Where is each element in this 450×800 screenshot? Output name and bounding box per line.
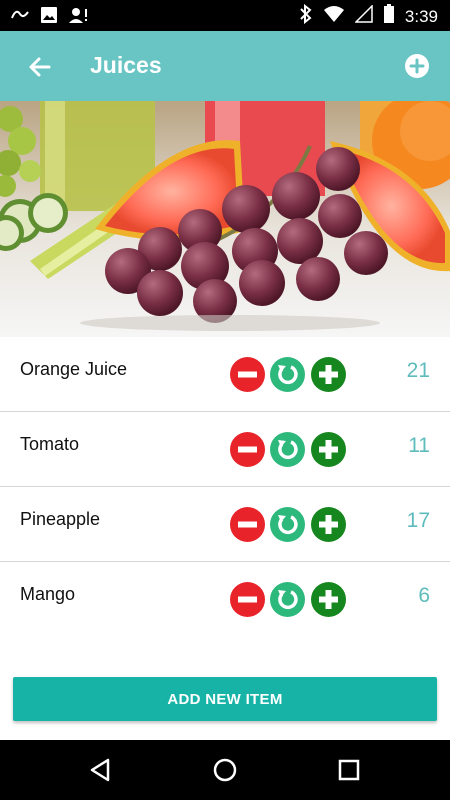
plus-circle-icon	[311, 432, 346, 467]
status-bar: 3:39	[0, 0, 450, 31]
recents-square-icon[interactable]	[334, 755, 364, 785]
system-nav-bar	[0, 740, 450, 800]
increment-button[interactable]	[311, 357, 346, 392]
item-name: Orange Juice	[20, 359, 128, 379]
account-icon	[68, 6, 90, 29]
item-count: 6	[418, 584, 430, 607]
battery-icon	[383, 4, 395, 29]
add-circle-icon[interactable]	[404, 53, 430, 79]
item-count: 17	[406, 509, 430, 532]
reset-button[interactable]	[270, 357, 305, 392]
increment-button[interactable]	[311, 582, 346, 617]
item-name: Pineapple	[20, 509, 101, 529]
item-name: Tomato	[20, 434, 80, 454]
page-title: Juices	[90, 52, 162, 78]
reset-button[interactable]	[270, 582, 305, 617]
items-list: Orange Juice 21 Tomato 11 Pineapple 17 M…	[0, 337, 450, 637]
plus-circle-icon	[311, 582, 346, 617]
decrement-button[interactable]	[230, 582, 265, 617]
list-item: Mango 6	[0, 562, 450, 637]
home-circle-icon[interactable]	[210, 755, 240, 785]
signal-icon	[354, 4, 373, 28]
wifi-icon	[323, 5, 345, 28]
minus-circle-icon	[230, 432, 265, 467]
decrement-button[interactable]	[230, 432, 265, 467]
app-toolbar: Juices	[0, 31, 450, 101]
back-triangle-icon[interactable]	[86, 755, 116, 785]
reset-icon	[270, 582, 305, 617]
decrement-button[interactable]	[230, 357, 265, 392]
reset-icon	[270, 357, 305, 392]
item-name: Mango	[20, 584, 76, 604]
reset-button[interactable]	[270, 507, 305, 542]
arrow-back-icon[interactable]	[24, 51, 56, 83]
minus-circle-icon	[230, 357, 265, 392]
plus-circle-icon	[311, 357, 346, 392]
list-item: Tomato 11	[0, 412, 450, 487]
plus-circle-icon	[311, 507, 346, 542]
image-icon	[40, 6, 58, 29]
bluetooth-icon	[299, 3, 313, 29]
header-image	[0, 101, 450, 337]
add-new-item-button[interactable]: ADD NEW ITEM	[13, 677, 437, 721]
list-item: Orange Juice 21	[0, 337, 450, 412]
reset-icon	[270, 432, 305, 467]
reset-icon	[270, 507, 305, 542]
minus-circle-icon	[230, 582, 265, 617]
increment-button[interactable]	[311, 507, 346, 542]
status-time: 3:39	[404, 6, 438, 26]
reset-button[interactable]	[270, 432, 305, 467]
item-count: 11	[408, 434, 430, 457]
item-count: 21	[406, 359, 430, 382]
increment-button[interactable]	[311, 432, 346, 467]
decrement-button[interactable]	[230, 507, 265, 542]
list-item: Pineapple 17	[0, 487, 450, 562]
notification-icon	[10, 6, 30, 29]
minus-circle-icon	[230, 507, 265, 542]
